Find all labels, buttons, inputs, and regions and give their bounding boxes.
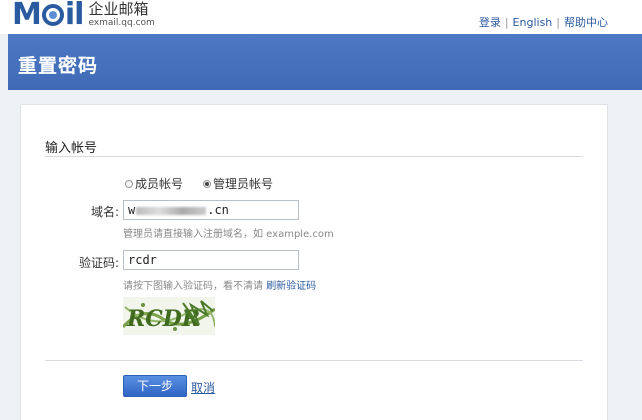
captcha-graphic: RCDR	[123, 297, 215, 335]
logo-mark: Mil	[12, 0, 84, 32]
captcha-input[interactable]: rcdr	[123, 250, 299, 270]
domain-label: 域名:	[90, 205, 119, 219]
english-link[interactable]: English	[513, 16, 553, 29]
page-title: 重置密码	[18, 55, 99, 77]
help-center-link[interactable]: 帮助中心	[564, 16, 608, 29]
domain-hint: 管理员请直接输入注册域名，如 example.com	[123, 229, 334, 240]
radio-member-account[interactable]: 成员帐号	[125, 175, 183, 192]
account-type-group: 成员帐号 管理员帐号	[125, 175, 273, 192]
radio-member-label: 成员帐号	[135, 177, 184, 191]
radio-admin-account[interactable]: 管理员帐号	[203, 175, 273, 192]
page-banner: 重置密码	[8, 34, 642, 90]
domain-value-suffix: .cn	[207, 203, 229, 217]
radio-admin-label: 管理员帐号	[213, 177, 274, 191]
top-bar: Mil 企业邮箱 exmail.qq.com 登录 | English | 帮助中心	[0, 0, 642, 34]
top-links: 登录 | English | 帮助中心	[478, 16, 608, 29]
redacted-text	[136, 206, 207, 215]
captcha-image[interactable]: RCDR	[123, 297, 215, 335]
refresh-captcha-link[interactable]: 刷新验证码	[266, 281, 316, 292]
footer-divider	[45, 360, 583, 361]
logo-product-name: 企业邮箱	[88, 0, 149, 18]
captcha-label: 验证码:	[78, 256, 119, 270]
radio-checked-icon[interactable]	[203, 179, 212, 188]
cancel-link[interactable]: 取消	[191, 379, 215, 396]
logo-circle-icon	[41, 4, 64, 26]
radio-unchecked-icon[interactable]	[125, 179, 133, 188]
section-divider	[45, 156, 583, 157]
logo[interactable]: Mil 企业邮箱 exmail.qq.com	[12, 0, 155, 30]
next-step-button[interactable]: 下一步	[123, 375, 187, 397]
section-title: 输入帐号	[45, 141, 98, 156]
logo-url: exmail.qq.com	[88, 18, 155, 28]
login-link[interactable]: 登录	[479, 16, 501, 29]
captcha-hint: 请按下图输入验证码，看不清请 刷新验证码	[123, 277, 316, 292]
domain-input[interactable]: w .cn	[123, 200, 299, 220]
captcha-hint-text: 请按下图输入验证码，看不清请	[123, 281, 263, 292]
domain-value-prefix: w	[128, 203, 136, 217]
reset-password-card: 输入帐号 成员帐号 管理员帐号 域名: w .cn 管理员请直接输入注册域名，如 …	[20, 104, 608, 420]
